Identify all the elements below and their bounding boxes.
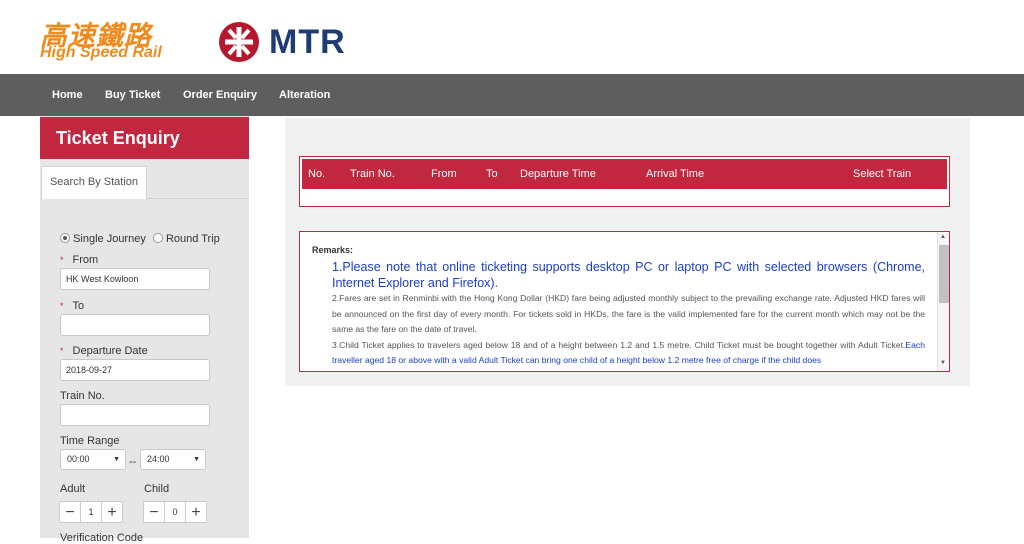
search-tabs: Search By Station: [40, 166, 249, 199]
remark-browser-support: 1.Please note that online ticketing supp…: [332, 260, 925, 290]
site-header: 高速鐵路 High Speed Rail MTR: [0, 0, 1024, 74]
remarks-box[interactable]: Remarks: 1.Please note that online ticke…: [299, 231, 950, 372]
child-label: Child: [144, 483, 170, 495]
table-header: No. Train No. From To Departure Time Arr…: [302, 159, 947, 189]
adult-stepper: − 1 +: [59, 501, 123, 523]
col-select-train: Select Train: [853, 168, 912, 180]
tab-search-by-station[interactable]: Search By Station: [41, 166, 147, 199]
adult-count[interactable]: 1: [80, 501, 102, 523]
required-mark: *: [60, 255, 64, 265]
remark-child-ticket: 3.Child Ticket applies to travelers aged…: [332, 339, 925, 366]
child-minus-button[interactable]: −: [143, 501, 165, 523]
adult-plus-button[interactable]: +: [101, 501, 123, 523]
col-to: To: [486, 168, 498, 180]
adult-minus-button[interactable]: −: [59, 501, 81, 523]
time-range-end-select[interactable]: 24:00 ▼: [140, 449, 206, 470]
caret-down-icon: ▼: [193, 456, 200, 463]
child-count[interactable]: 0: [164, 501, 186, 523]
mtr-wordmark: MTR: [269, 23, 346, 61]
main-nav: Home Buy Ticket Order Enquiry Alteration: [0, 74, 1024, 116]
mtr-symbol-icon: [219, 22, 259, 62]
round-trip-label[interactable]: Round Trip: [166, 233, 220, 245]
results-area: No. Train No. From To Departure Time Arr…: [285, 118, 970, 386]
col-no: No.: [308, 168, 326, 180]
nav-buy-ticket[interactable]: Buy Ticket: [105, 74, 160, 116]
single-journey-radio[interactable]: [60, 233, 70, 243]
hsr-logo-english: High Speed Rail: [40, 44, 162, 61]
panel-title: Ticket Enquiry: [40, 117, 249, 159]
departure-date-input[interactable]: 2018-09-27: [60, 359, 210, 381]
remarks-scrollbar[interactable]: ▲ ▼: [937, 232, 949, 371]
departure-date-label: * Departure Date: [60, 345, 148, 357]
train-results-table: No. Train No. From To Departure Time Arr…: [299, 156, 950, 207]
from-label: * From: [60, 254, 99, 266]
col-departure-time: Departure Time: [520, 168, 596, 180]
child-stepper: − 0 +: [143, 501, 207, 523]
verification-code-label: Verification Code: [60, 532, 144, 544]
required-mark: *: [60, 346, 64, 356]
caret-down-icon: ▼: [113, 456, 120, 463]
col-train-no: Train No.: [350, 168, 395, 180]
time-range-separator: --: [129, 456, 137, 468]
remarks-title: Remarks:: [312, 245, 354, 255]
scroll-thumb[interactable]: [939, 245, 949, 303]
required-mark: *: [60, 301, 64, 311]
time-range-start-select[interactable]: 00:00 ▼: [60, 449, 126, 470]
from-station-input[interactable]: HK West Kowloon: [60, 268, 210, 290]
to-station-input[interactable]: [60, 314, 210, 336]
nav-order-enquiry[interactable]: Order Enquiry: [183, 74, 257, 116]
mtr-logo[interactable]: MTR: [217, 21, 377, 63]
nav-alteration[interactable]: Alteration: [279, 74, 330, 116]
adult-label: Adult: [60, 483, 86, 495]
journey-type-group: Single Journey Round Trip: [60, 233, 220, 247]
ticket-enquiry-panel: Ticket Enquiry Search By Station Single …: [40, 116, 249, 544]
scroll-down-icon[interactable]: ▼: [940, 360, 946, 366]
remark-fares: 2.Fares are set in Renminbi with the Hon…: [332, 293, 925, 334]
nav-home[interactable]: Home: [52, 74, 83, 116]
child-plus-button[interactable]: +: [185, 501, 207, 523]
round-trip-radio[interactable]: [152, 233, 163, 243]
to-label: * To: [60, 300, 85, 312]
scroll-up-icon[interactable]: ▲: [940, 234, 946, 240]
remarks-text: 1.Please note that online ticketing supp…: [332, 259, 925, 369]
col-from: From: [431, 168, 457, 180]
time-range-label: Time Range: [60, 435, 120, 447]
col-arrival-time: Arrival Time: [646, 168, 705, 180]
high-speed-rail-logo[interactable]: 高速鐵路 High Speed Rail: [40, 14, 180, 64]
train-no-input[interactable]: [60, 404, 210, 426]
train-no-label: Train No.: [60, 390, 105, 402]
single-journey-label[interactable]: Single Journey: [73, 233, 146, 245]
